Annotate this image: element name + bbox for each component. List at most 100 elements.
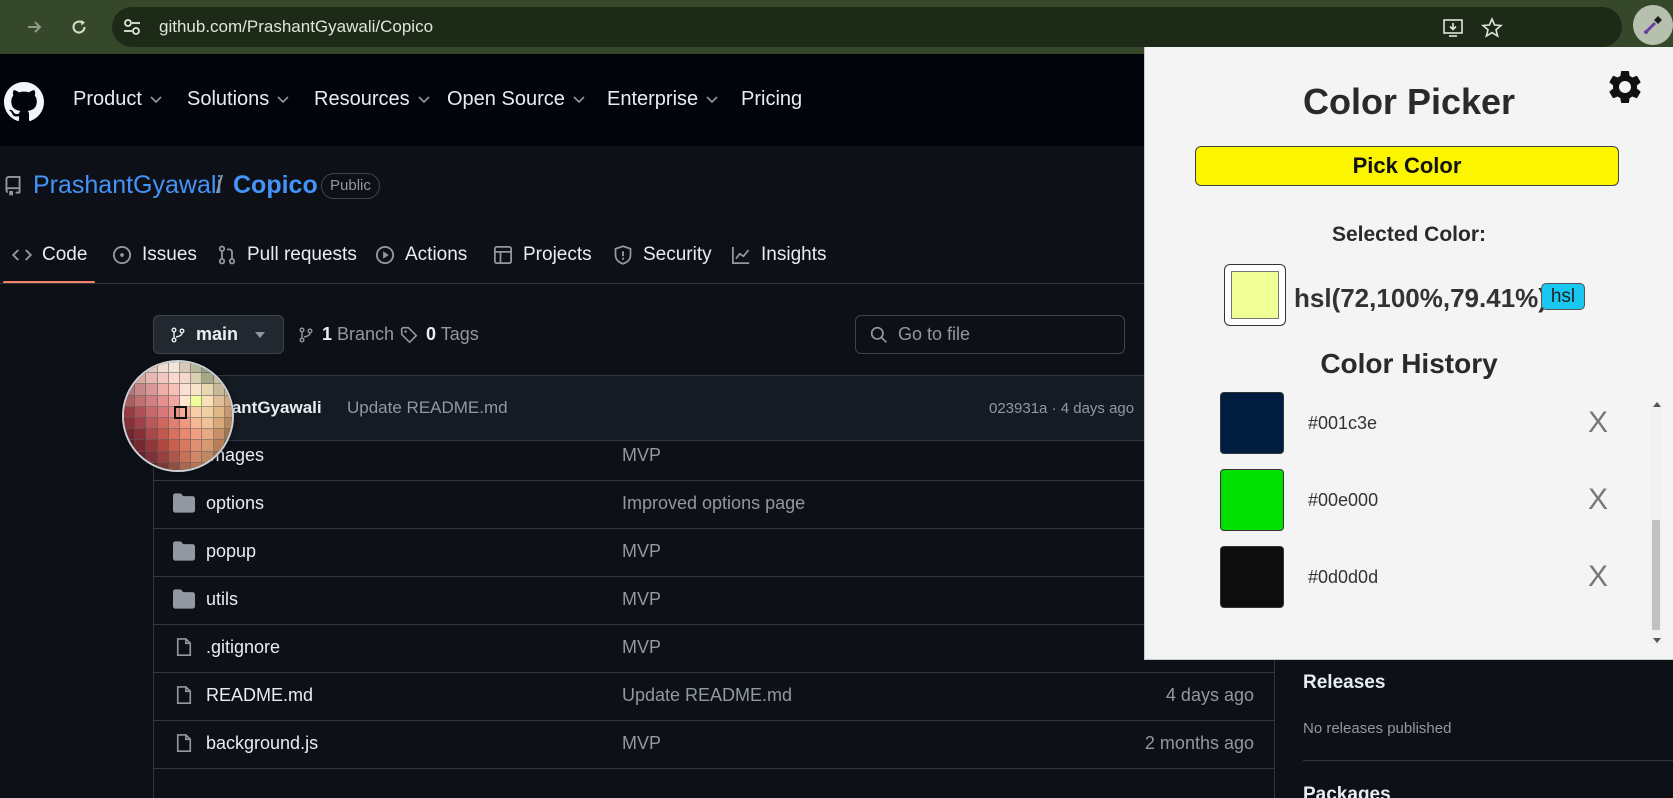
file-row[interactable]: background.js MVP 2 months ago (154, 718, 1274, 769)
tab-issues[interactable]: Issues (112, 244, 197, 266)
magnifier-pixel (168, 384, 180, 396)
history-scrollbar[interactable] (1650, 402, 1662, 644)
gear-icon[interactable] (1605, 67, 1645, 107)
history-color-hex[interactable]: #001c3e (1308, 413, 1377, 434)
github-logo-icon[interactable] (4, 82, 44, 122)
magnifier-pixel (191, 429, 203, 441)
graph-icon (732, 246, 750, 264)
packages-heading[interactable]: Packages (1303, 784, 1391, 798)
magnifier-pixel (135, 429, 147, 441)
history-color-swatch[interactable] (1220, 546, 1284, 608)
history-color-swatch[interactable] (1220, 392, 1284, 454)
history-color-swatch[interactable] (1220, 469, 1284, 531)
tags-link[interactable]: 0 Tags (400, 324, 479, 345)
site-info-icon[interactable] (121, 16, 143, 38)
magnifier-pixel (146, 395, 158, 407)
file-name[interactable]: README.md (206, 685, 313, 706)
releases-text: No releases published (1303, 720, 1452, 737)
tab-actions[interactable]: Actions (375, 244, 467, 266)
magnifier-pixel (157, 395, 169, 407)
install-app-icon[interactable] (1442, 17, 1464, 39)
file-name[interactable]: popup (206, 541, 256, 562)
file-commit-message[interactable]: MVP (622, 445, 661, 466)
magnifier-pixel (213, 451, 225, 463)
magnifier-pixel (168, 440, 180, 452)
delete-history-button[interactable]: X (1588, 406, 1608, 440)
history-color-hex[interactable]: #00e000 (1308, 490, 1378, 511)
color-history-item[interactable]: #001c3e X (1220, 392, 1650, 454)
pick-color-button[interactable]: Pick Color (1195, 146, 1619, 186)
magnifier-pixel (168, 429, 180, 441)
file-name[interactable]: .gitignore (206, 637, 280, 658)
commit-sha-time[interactable]: 023931a · 4 days ago (989, 400, 1134, 417)
commit-message[interactable]: Update README.md (347, 398, 508, 418)
bookmark-star-icon[interactable] (1481, 16, 1503, 39)
url-text[interactable]: github.com/PrashantGyawali/Copico (159, 17, 433, 37)
pull-request-icon (218, 245, 236, 265)
file-row[interactable]: optionsImproved options page2 months ago (154, 478, 1274, 529)
file-row[interactable]: imagesMVP2 months ago (154, 430, 1274, 481)
address-bar[interactable]: github.com/PrashantGyawali/Copico (112, 7, 1622, 47)
repo-name-link[interactable]: Copico (233, 171, 318, 200)
nav-resources[interactable]: Resources (314, 88, 430, 111)
file-row[interactable]: .gitignoreMVP2 months ago (154, 622, 1274, 673)
reload-icon[interactable] (64, 12, 94, 42)
color-history-item[interactable]: #00e000 X (1220, 469, 1650, 531)
file-commit-message[interactable]: Improved options page (622, 493, 805, 514)
table-icon (494, 246, 512, 264)
tab-insights[interactable]: Insights (731, 244, 826, 266)
scrollbar-thumb[interactable] (1652, 520, 1660, 630)
magnifier-pixel (146, 406, 158, 418)
file-name[interactable]: options (206, 493, 264, 514)
magnifier-pixel (202, 417, 214, 430)
file-commit-message[interactable]: MVP (622, 637, 661, 658)
magnifier-pixel (202, 406, 214, 418)
branch-selector-button[interactable]: main (153, 315, 284, 354)
file-name[interactable]: utils (206, 589, 238, 610)
color-format-toggle[interactable]: hsl (1541, 283, 1585, 310)
popup-title: Color Picker (1302, 81, 1516, 122)
repo-tabs: Code Issues Pull requests Actions Projec… (0, 236, 1150, 284)
selected-color-value[interactable]: hsl(72,100%,79.41%) (1294, 283, 1547, 314)
nav-product[interactable]: Product (73, 88, 162, 111)
file-row[interactable]: utilsMVP2 months ago (154, 574, 1274, 625)
nav-enterprise[interactable]: Enterprise (607, 88, 718, 111)
magnifier-pixel (191, 362, 203, 374)
history-color-hex[interactable]: #0d0d0d (1308, 567, 1378, 588)
file-commit-message[interactable]: MVP (622, 541, 661, 562)
tab-code[interactable]: Code (12, 244, 87, 266)
file-commit-message[interactable]: MVP (622, 589, 661, 610)
magnifier-pixel (124, 440, 136, 452)
magnifier-pixel (135, 417, 147, 430)
color-history-item[interactable]: #0d0d0d X (1220, 546, 1650, 608)
repo-owner-link[interactable]: PrashantGyawali (33, 171, 222, 200)
file-commit-message[interactable]: Update README.md (622, 685, 792, 706)
file-commit-message[interactable]: MVP (622, 733, 661, 754)
delete-history-button[interactable]: X (1588, 560, 1608, 594)
file-row[interactable]: popupMVP2 months ago (154, 526, 1274, 577)
nav-solutions[interactable]: Solutions (187, 88, 289, 111)
folder-icon (173, 493, 195, 513)
scroll-down-arrow-icon[interactable] (1653, 638, 1661, 643)
releases-heading[interactable]: Releases (1303, 672, 1385, 694)
nav-pricing[interactable]: Pricing (741, 88, 802, 111)
scroll-up-arrow-icon[interactable] (1653, 402, 1661, 407)
nav-open-source[interactable]: Open Source (447, 88, 585, 111)
file-name[interactable]: background.js (206, 733, 318, 754)
back-arrow-icon[interactable] (19, 12, 49, 42)
tag-icon (400, 326, 418, 343)
magnifier-pixel (124, 384, 136, 396)
magnifier-pixel (179, 384, 192, 396)
delete-history-button[interactable]: X (1588, 483, 1608, 517)
tab-pull-requests[interactable]: Pull requests (217, 244, 357, 266)
tab-security[interactable]: Security (613, 244, 712, 266)
go-to-file-input[interactable]: Go to file (855, 315, 1125, 354)
file-table: shantGyawali Update README.md 023931a · … (153, 375, 1275, 798)
file-row[interactable]: README.md Update README.md 4 days ago (154, 670, 1274, 721)
file-icon (173, 733, 195, 753)
branches-link[interactable]: 1 Branch (298, 324, 394, 345)
eyedropper-extension-icon[interactable] (1633, 5, 1673, 45)
tab-projects[interactable]: Projects (493, 244, 592, 266)
nav-resources-label: Resources (314, 88, 410, 110)
magnifier-pixel (157, 406, 169, 418)
